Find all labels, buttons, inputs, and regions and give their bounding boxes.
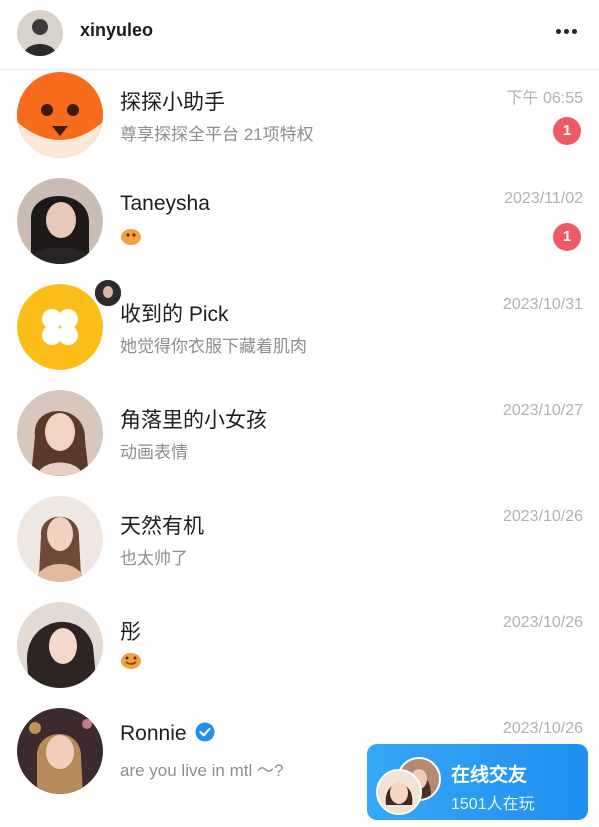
conversation-row[interactable]: 角落里的小女孩 动画表情 2023/10/27: [0, 388, 599, 494]
contact-avatar: [17, 390, 103, 476]
pick-clover-avatar: [17, 278, 123, 370]
conversation-row[interactable]: 收到的 Pick 她觉得你衣服下藏着肌肉 2023/10/31: [0, 278, 599, 388]
conversation-name: 收到的 Pick: [120, 303, 229, 326]
timestamp: 2023/11/02: [504, 190, 583, 207]
sender-mini-avatar: [93, 278, 123, 308]
message-preview: are you live in mtl ～?: [120, 761, 284, 780]
card-subtitle: 1501人在玩: [451, 796, 535, 813]
conversation-row[interactable]: Taneysha 2023/11/02 1: [0, 176, 599, 282]
message-preview: 尊享探探全平台 21项特权: [120, 125, 314, 144]
timestamp: 2023/10/26: [502, 720, 583, 737]
message-preview: 她觉得你衣服下藏着肌肉: [120, 337, 307, 356]
message-preview: 动画表情: [120, 443, 188, 462]
unread-badge: 1: [553, 223, 581, 251]
profile-avatar[interactable]: [17, 10, 63, 56]
contact-avatar: [17, 496, 103, 582]
sticker-icon: [121, 653, 141, 669]
card-title: 在线交友: [451, 765, 528, 786]
unread-badge: 1: [553, 117, 581, 145]
conversation-row[interactable]: 天然有机 也太帅了 2023/10/26: [0, 494, 599, 600]
conversation-name: Taneysha: [120, 192, 210, 215]
tantan-assistant-avatar: [17, 72, 103, 158]
contact-avatar: [17, 708, 103, 794]
conversation-name: 天然有机: [120, 515, 204, 538]
message-preview: [120, 226, 142, 251]
online-dating-card[interactable]: 在线交友 1501人在玩: [367, 744, 588, 820]
timestamp: 2023/10/26: [502, 614, 583, 631]
timestamp: 2023/10/31: [502, 296, 583, 313]
conversation-name: 彤: [120, 621, 141, 644]
conversation-list: 探探小助手 尊享探探全平台 21项特权 下午 06:55 1 Taneysha …: [0, 70, 599, 812]
timestamp: 下午 06:55: [506, 90, 584, 107]
conversation-row[interactable]: 探探小助手 尊享探探全平台 21项特权 下午 06:55 1: [0, 70, 599, 176]
more-options-icon[interactable]: [548, 18, 584, 44]
contact-avatar: [17, 602, 103, 688]
timestamp: 2023/10/27: [502, 402, 583, 419]
top-bar: xinyuleo: [0, 0, 599, 70]
username: xinyuleo: [80, 20, 154, 40]
card-avatar: [376, 769, 422, 815]
contact-avatar: [17, 178, 103, 264]
conversation-name: 探探小助手: [120, 91, 225, 114]
timestamp: 2023/10/26: [502, 508, 583, 525]
conversation-row[interactable]: 彤 2023/10/26: [0, 600, 599, 706]
message-preview: 也太帅了: [120, 549, 188, 568]
conversation-name: Ronnie: [120, 722, 215, 746]
sticker-icon: [121, 229, 141, 245]
message-preview: [120, 650, 142, 675]
verified-icon: [195, 722, 215, 742]
conversation-name: 角落里的小女孩: [120, 409, 267, 432]
